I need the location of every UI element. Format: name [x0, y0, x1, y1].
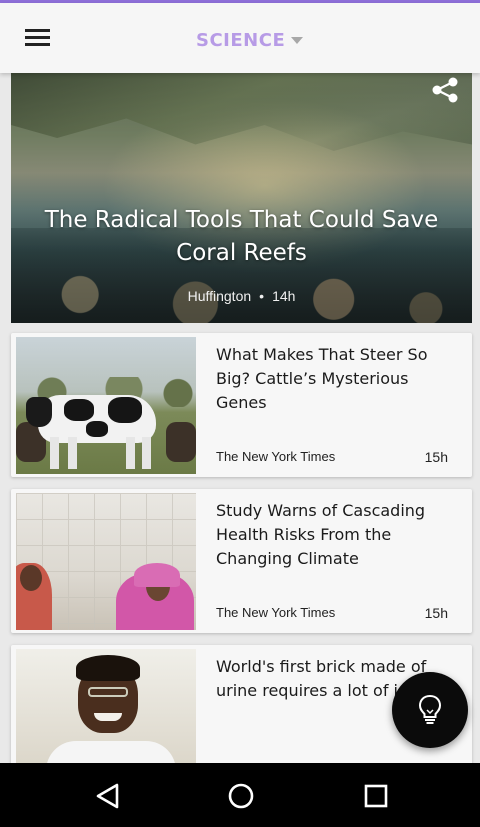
triangle-back-icon[interactable]: [91, 779, 125, 813]
system-nav-bar: [0, 763, 480, 827]
hero-time: 14h: [272, 288, 296, 304]
lightbulb-fab-button[interactable]: [392, 672, 468, 748]
hero-source: Huffington: [187, 288, 252, 304]
article-thumbnail: [16, 337, 196, 474]
hero-article[interactable]: The Radical Tools That Could Save Coral …: [11, 73, 472, 323]
article-time: 15h: [424, 449, 448, 465]
hero-separator: •: [259, 288, 265, 304]
lightbulb-icon: [418, 694, 442, 724]
square-recents-icon[interactable]: [359, 779, 393, 813]
article-source: The New York Times: [216, 449, 336, 464]
hero-meta: Huffington • 14h: [11, 288, 472, 304]
share-icon[interactable]: [430, 77, 460, 103]
category-dropdown[interactable]: SCIENCE: [196, 27, 304, 53]
article-time: 15h: [424, 605, 448, 621]
article-card[interactable]: Study Warns of Cascading Health Risks Fr…: [11, 489, 472, 633]
article-title: What Makes That Steer So Big? Cattle’s M…: [216, 345, 428, 412]
hero-title: The Radical Tools That Could Save Coral …: [44, 207, 439, 266]
article-card[interactable]: What Makes That Steer So Big? Cattle’s M…: [11, 333, 472, 477]
article-source: The New York Times: [216, 605, 336, 620]
article-title: Study Warns of Cascading Health Risks Fr…: [216, 501, 426, 568]
app-bar: SCIENCE: [0, 3, 480, 73]
caret-down-icon: [291, 36, 304, 44]
hamburger-menu-icon[interactable]: [20, 23, 56, 55]
circle-home-icon[interactable]: [224, 779, 258, 813]
article-thumbnail: [16, 493, 196, 630]
category-label: SCIENCE: [196, 29, 286, 51]
